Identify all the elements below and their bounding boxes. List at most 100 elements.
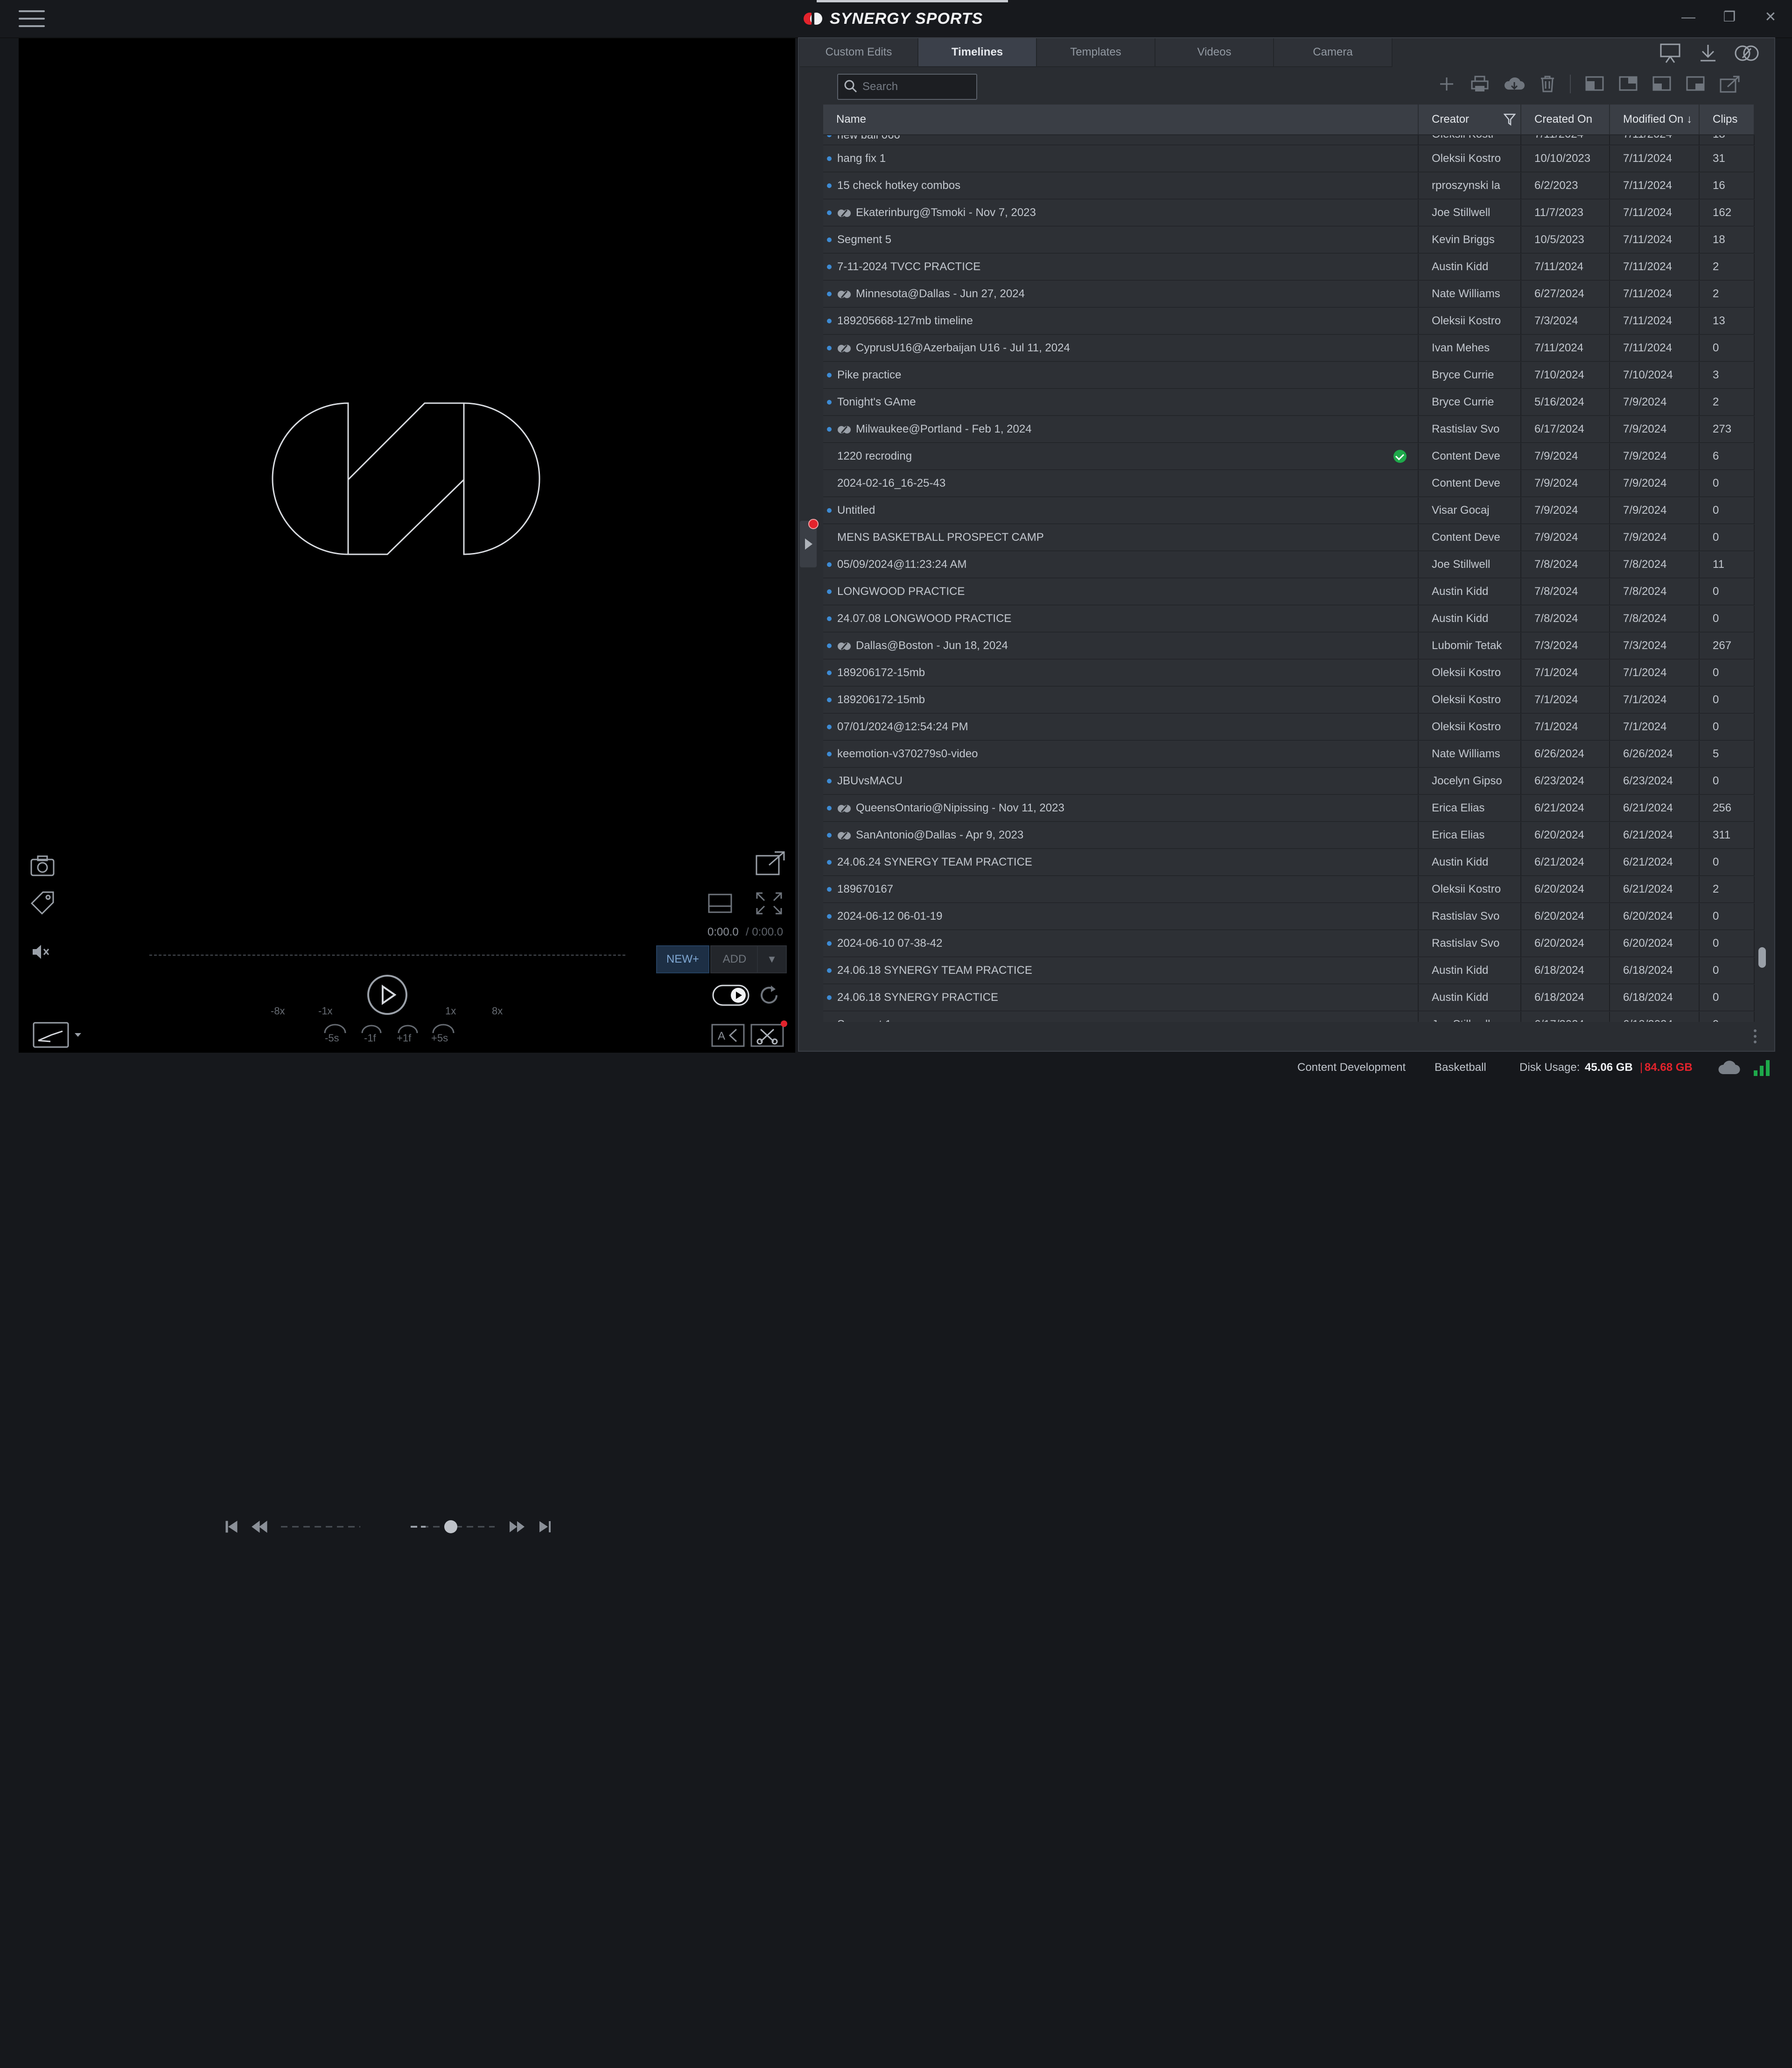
table-row[interactable]: Milwaukee@Portland - Feb 1, 2024 Rastisla… [823, 416, 1755, 443]
layout-bottom-left-icon[interactable] [1652, 76, 1672, 92]
hamburger-menu-icon[interactable] [19, 10, 45, 27]
restore-button[interactable]: ❐ [1715, 6, 1743, 29]
cell-clips: 2 [1700, 254, 1755, 280]
new-clip-button[interactable]: NEW+ [656, 945, 709, 973]
table-row[interactable]: Dallas@Boston - Jun 18, 2024 Lubomir Teta… [823, 633, 1755, 659]
table-row[interactable]: keemotion-v370279s0-video Nate Williams 6/… [823, 741, 1755, 768]
cell-name: Dallas@Boston - Jun 18, 2024 [823, 633, 1419, 659]
mute-volume-icon[interactable] [31, 943, 51, 961]
tab-custom-edits[interactable]: Custom Edits [800, 38, 918, 67]
table-row[interactable]: SanAntonio@Dallas - Apr 9, 2023 Erica Eli… [823, 822, 1755, 849]
table-row[interactable]: 2024-06-12 06-01-19 Rastislav Svo 6/20/202… [823, 903, 1755, 930]
table-row[interactable]: Segment 1 Joe Stillwell6/17/20246/18/2024… [823, 1012, 1755, 1022]
table-row[interactable]: Tonight's GAme Bryce Currie 5/16/2024 7/9/2… [823, 389, 1755, 416]
table-row[interactable]: CyprusU16@Azerbaijan U16 - Jul 11, 2024 I… [823, 335, 1755, 362]
jump-back-5s-button[interactable]: -5s [325, 1032, 339, 1044]
text-overlay-icon[interactable]: A [711, 1024, 745, 1047]
cell-name-text: 7-11-2024 TVCC PRACTICE [837, 260, 981, 273]
table-row[interactable]: hang fix 1 Oleksii Kostro 10/10/2023 7/11/2… [823, 146, 1755, 172]
table-row[interactable]: JBUvsMACU Jocelyn Gipso 6/23/2024 6/23/2024… [823, 768, 1755, 795]
table-row[interactable]: 189670167 Oleksii Kostro 6/20/2024 6/21/202… [823, 876, 1755, 903]
tab-videos[interactable]: Videos [1155, 38, 1274, 67]
minimize-button[interactable]: — [1674, 6, 1702, 29]
cell-name-text: 189206172-15mb [837, 693, 925, 706]
cell-clips: 13 [1700, 308, 1755, 334]
trash-icon[interactable] [1539, 75, 1556, 93]
add-icon[interactable] [1437, 75, 1456, 93]
layout-right-icon[interactable] [1618, 76, 1638, 92]
table-row[interactable]: 2024-06-10 07-38-42 Rastislav Svo 6/20/202… [823, 930, 1755, 957]
jump-forward-1f-button[interactable]: +1f [397, 1032, 411, 1044]
table-scrollbar[interactable] [1758, 947, 1766, 968]
cell-created: 6/21/2024 [1521, 849, 1610, 875]
snapshot-camera-icon[interactable] [30, 855, 55, 877]
add-dropdown-button[interactable]: ▼ [757, 945, 787, 973]
table-row[interactable]: 24.06.24 SYNERGY TEAM PRACTICE Austin Kid… [823, 849, 1755, 876]
column-header-modified[interactable]: Modified On ↓ [1610, 105, 1700, 134]
table-row[interactable]: MENS BASKETBALL PROSPECT CAMP Content Dev… [823, 524, 1755, 551]
table-row[interactable]: Pike practice Bryce Currie 7/10/2024 7/10/2… [823, 362, 1755, 389]
table-row[interactable]: 189206172-15mb Oleksii Kostro 7/1/2024 7/1/… [823, 687, 1755, 713]
table-row[interactable]: 2024-02-16_16-25-43 Content Deve 7/9/2024 7… [823, 470, 1755, 497]
column-header-creator[interactable]: Creator [1419, 105, 1521, 134]
jump-forward-5s-button[interactable]: +5s [431, 1032, 448, 1044]
tag-icon[interactable] [30, 890, 55, 915]
share-external-icon[interactable] [1719, 75, 1741, 93]
table-row[interactable]: Untitled Visar Gocaj 7/9/2024 7/9/2024 0 [823, 497, 1755, 524]
table-row[interactable]: 05/09/2024@11:23:24 AM Joe Stillwell 7/8/2… [823, 552, 1755, 578]
close-button[interactable]: ✕ [1757, 6, 1785, 29]
column-header-created[interactable]: Created On [1521, 105, 1610, 134]
cell-name-text: LONGWOOD PRACTICE [837, 585, 965, 598]
table-row[interactable]: 189206172-15mb Oleksii Kostro 7/1/2024 7/1/… [823, 660, 1755, 686]
table-row[interactable]: 24.06.18 SYNERGY TEAM PRACTICE Austin Kid… [823, 957, 1755, 984]
loop-icon[interactable] [758, 984, 781, 1007]
draw-tool-icon[interactable] [33, 1022, 84, 1049]
cell-created: 7/11/2024 [1521, 135, 1610, 145]
print-icon[interactable] [1470, 75, 1490, 93]
present-icon[interactable] [1659, 43, 1682, 63]
table-row[interactable]: 7-11-2024 TVCC PRACTICE Austin Kidd 7/11/2… [823, 254, 1755, 280]
table-row[interactable]: Segment 5 Kevin Briggs 10/5/2023 7/11/2024 1… [823, 227, 1755, 253]
cell-name-text: Tonight's GAme [837, 396, 916, 408]
cloud-sync-icon[interactable] [1717, 1059, 1741, 1076]
layout-split-icon[interactable] [707, 893, 733, 914]
popout-icon[interactable] [755, 850, 786, 876]
column-header-clips[interactable]: Clips [1700, 105, 1755, 134]
table-row[interactable]: 07/01/2024@12:54:24 PM Oleksii Kostro 7/1/… [823, 714, 1755, 741]
tab-templates[interactable]: Templates [1037, 38, 1155, 67]
table-row[interactable]: 24.06.18 SYNERGY PRACTICE Austin Kidd 6/18… [823, 985, 1755, 1011]
sync-logo-icon[interactable] [1734, 43, 1759, 63]
table-row[interactable]: 189205668-127mb timeline Oleksii Kostro 7/… [823, 308, 1755, 335]
table-row-partial[interactable]: new ball 066 Oleksii Kostr 7/11/2024 7/1… [823, 135, 1755, 145]
download-icon[interactable] [1698, 43, 1718, 63]
table-row[interactable]: 1220 recroding Content Deve 7/9/2024 7/9/20… [823, 443, 1755, 470]
table-row[interactable]: QueensOntario@Nipissing - Nov 11, 2023 Er… [823, 795, 1755, 822]
table-row[interactable]: 24.07.08 LONGWOOD PRACTICE Austin Kidd 7/8… [823, 606, 1755, 632]
cell-name: 24.07.08 LONGWOOD PRACTICE [823, 606, 1419, 632]
filter-icon[interactable] [1504, 113, 1516, 126]
table-row[interactable]: Minnesota@Dallas - Jun 27, 2024 Nate Will… [823, 281, 1755, 307]
add-clip-button[interactable]: ADD [710, 945, 759, 973]
cloud-download-icon[interactable] [1504, 75, 1525, 93]
tab-timelines[interactable]: Timelines [918, 38, 1037, 67]
jump-back-1f-button[interactable]: -1f [364, 1032, 376, 1044]
cell-name-text: 07/01/2024@12:54:24 PM [837, 720, 968, 733]
layout-bottom-right-icon[interactable] [1686, 76, 1705, 92]
fullscreen-icon[interactable] [755, 891, 783, 915]
autoplay-toggle-icon[interactable] [712, 984, 749, 1007]
search-box[interactable] [837, 74, 977, 100]
table-row[interactable]: LONGWOOD PRACTICE Austin Kidd 7/8/2024 7/8/… [823, 579, 1755, 605]
layout-left-icon[interactable] [1585, 76, 1604, 92]
clip-cut-icon[interactable] [750, 1020, 788, 1047]
tab-camera[interactable]: Camera [1274, 38, 1393, 67]
column-header-name[interactable]: Name [823, 105, 1419, 134]
cell-clips: 3 [1700, 362, 1755, 388]
play-button-icon[interactable] [367, 974, 408, 1015]
timeline-scrubber[interactable] [149, 955, 625, 956]
table-row[interactable]: Ekaterinburg@Tsmoki - Nov 7, 2023 Joe Sti… [823, 200, 1755, 226]
table-row[interactable]: 15 check hotkey combos rproszynski la 6/2/… [823, 173, 1755, 199]
more-options-icon[interactable] [1753, 1028, 1757, 1044]
cell-created: 7/3/2024 [1521, 308, 1610, 334]
search-input[interactable] [861, 78, 973, 95]
cell-clips: 0 [1700, 660, 1755, 686]
